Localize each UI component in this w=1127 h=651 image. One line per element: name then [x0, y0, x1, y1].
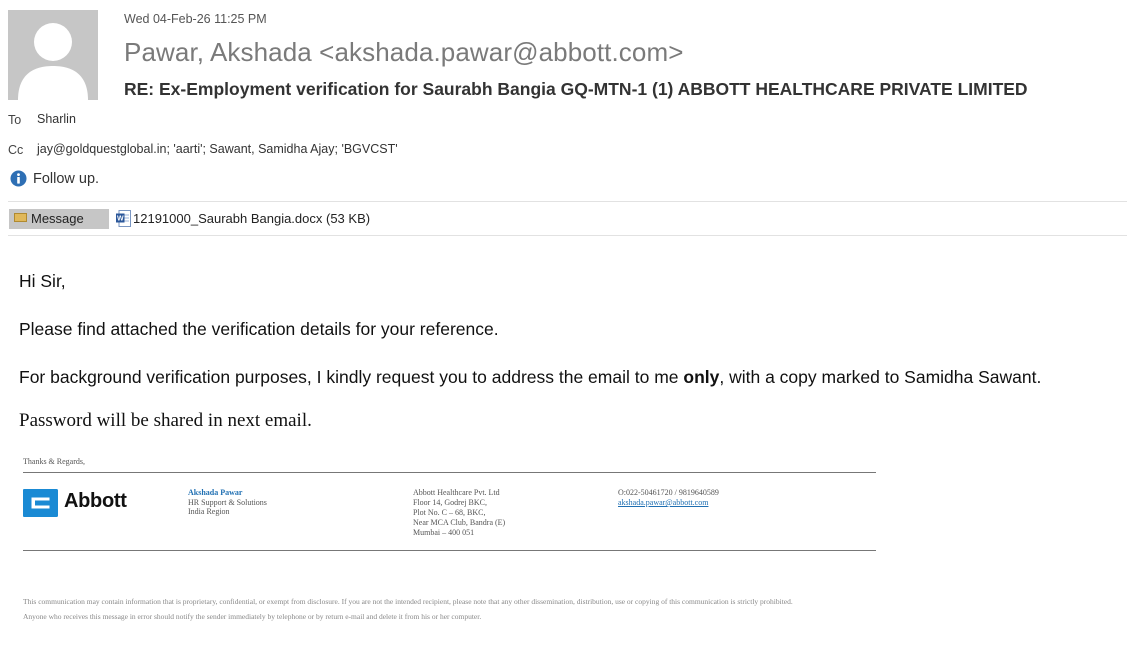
- body-paragraph-2-start: For background verification purposes, I …: [19, 367, 684, 387]
- body-paragraph-2: For background verification purposes, I …: [19, 367, 1041, 388]
- signature-closing: Thanks & Regards,: [23, 457, 85, 466]
- person-silhouette-icon: [8, 10, 98, 100]
- abbott-logo-text: Abbott: [64, 490, 127, 512]
- svg-text:W: W: [117, 216, 124, 223]
- word-document-icon[interactable]: W: [116, 210, 131, 227]
- body-paragraph-1: Please find attached the verification de…: [19, 319, 499, 339]
- follow-up-infobar: Follow up.: [33, 171, 100, 187]
- address-line: Near MCA Club, Bandra (E): [413, 518, 506, 527]
- attachment-file[interactable]: 12191000_Saurabh Bangia.docx (53 KB): [133, 211, 370, 226]
- address-line: Floor 14, Godrej BKC,: [413, 498, 487, 507]
- to-recipients[interactable]: Sharlin: [37, 112, 76, 126]
- signature-top-rule: [23, 472, 876, 473]
- sender-name[interactable]: Pawar, Akshada <akshada.pawar@abbott.com…: [124, 37, 684, 68]
- sent-date: Wed 04-Feb-26 11:25 PM: [124, 12, 267, 26]
- cc-label: Cc: [8, 143, 24, 157]
- address-line: Plot No. C – 68, BKC,: [413, 508, 486, 517]
- signature-phone: O:022-50461720 / 9819640589: [618, 488, 719, 497]
- email-subject: RE: Ex-Employment verification for Saura…: [124, 79, 1028, 99]
- disclaimer-line-2: Anyone who receives this message in erro…: [23, 612, 482, 621]
- body-divider: [8, 235, 1127, 236]
- address-line: Abbott Healthcare Pvt. Ltd: [413, 488, 500, 497]
- signature-address: Abbott Healthcare Pvt. Ltd Floor 14, God…: [413, 488, 505, 538]
- greeting: Hi Sir,: [19, 271, 66, 291]
- address-line: Mumbai – 400 051: [413, 528, 475, 537]
- message-tab[interactable]: Message: [9, 209, 109, 229]
- signature-region: India Region: [188, 507, 230, 516]
- body-emphasis: only: [683, 367, 720, 387]
- signature-bottom-rule: [23, 550, 876, 551]
- header-divider: [8, 201, 1127, 202]
- message-tab-label: Message: [31, 211, 84, 226]
- envelope-icon: [14, 213, 27, 222]
- body-paragraph-3: Password will be shared in next email.: [19, 410, 312, 431]
- body-paragraph-2-end: , with a copy marked to Samidha Sawant.: [719, 367, 1042, 387]
- cc-recipients[interactable]: jay@goldquestglobal.in; 'aarti'; Sawant,…: [37, 142, 398, 156]
- signature-name: Akshada Pawar: [188, 488, 243, 497]
- info-icon: [10, 170, 27, 187]
- sender-avatar[interactable]: [8, 10, 98, 100]
- abbott-logo-icon: [23, 489, 58, 517]
- signature-email-link[interactable]: akshada.pawar@abbott.com: [618, 498, 708, 508]
- to-label: To: [8, 113, 22, 127]
- disclaimer-line-1: This communication may contain informati…: [23, 597, 793, 606]
